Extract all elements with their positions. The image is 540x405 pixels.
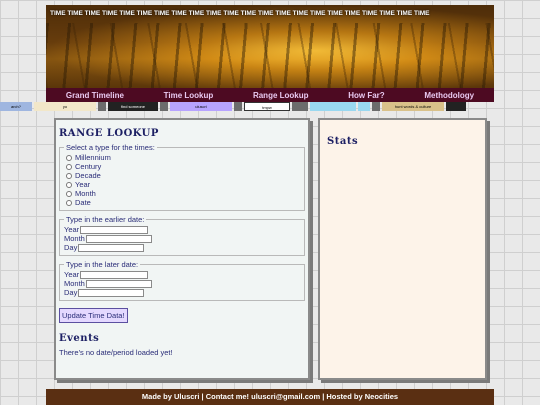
- radio-icon[interactable]: [66, 181, 72, 188]
- nav-range-lookup[interactable]: Range Lookup: [253, 91, 309, 100]
- update-time-data-button[interactable]: Update Time Data!: [59, 308, 128, 323]
- site-button[interactable]: hunt words & culture: [382, 102, 444, 111]
- site-button[interactable]: [234, 102, 242, 111]
- radio-decade[interactable]: Decade: [64, 171, 300, 180]
- site-button[interactable]: [310, 102, 356, 111]
- type-fieldset: Select a type for the times: Millennium …: [59, 143, 305, 211]
- earlier-month-label: Month: [64, 234, 85, 243]
- radio-label: Century: [75, 162, 102, 171]
- site-button[interactable]: find someone: [108, 102, 158, 111]
- earlier-year-input[interactable]: [80, 225, 149, 234]
- site-button[interactable]: [160, 102, 168, 111]
- nav-methodology[interactable]: Methodology: [424, 91, 474, 100]
- time-ticker: TIME TIME TIME TIME TIME TIME TIME TIME …: [50, 10, 430, 17]
- radio-label: Decade: [75, 171, 101, 180]
- site-button[interactable]: tmpw: [244, 102, 290, 111]
- radio-label: Year: [75, 180, 91, 189]
- radio-date[interactable]: Date: [64, 198, 300, 207]
- stats-panel: Stats: [318, 118, 487, 380]
- banner-image: [46, 23, 494, 88]
- earlier-date-fieldset: Type in the earlier date: Year Month Day: [59, 215, 305, 256]
- later-date-fieldset: Type in the later date: Year Month Day: [59, 260, 305, 301]
- range-lookup-title: Range Lookup: [59, 128, 159, 139]
- earlier-day-input[interactable]: [78, 243, 145, 252]
- radio-icon[interactable]: [66, 163, 72, 170]
- radio-label: Millennium: [75, 153, 111, 162]
- events-title: Events: [59, 333, 100, 344]
- radio-icon[interactable]: [66, 172, 72, 179]
- radio-icon[interactable]: [66, 199, 72, 206]
- site-button[interactable]: [372, 102, 380, 111]
- earlier-month-input[interactable]: [85, 234, 152, 243]
- range-lookup-panel: Range Lookup Select a type for the times…: [54, 118, 310, 380]
- type-legend: Select a type for the times:: [66, 143, 155, 152]
- later-year-input[interactable]: [80, 270, 149, 279]
- radio-icon[interactable]: [66, 154, 72, 161]
- later-month-input[interactable]: [85, 279, 152, 288]
- events-empty-text: There's no date/period loaded yet!: [59, 348, 173, 357]
- radio-year[interactable]: Year: [64, 180, 300, 189]
- nav-time-lookup[interactable]: Time Lookup: [164, 91, 214, 100]
- site-button[interactable]: yo: [34, 102, 96, 111]
- radio-icon[interactable]: [66, 190, 72, 197]
- site-button[interactable]: uluscri: [170, 102, 232, 111]
- site-button[interactable]: [358, 102, 370, 111]
- later-month-label: Month: [64, 279, 85, 288]
- later-day-label: Day: [64, 288, 78, 297]
- earlier-year-label: Year: [64, 225, 80, 234]
- footer: Made by Uluscri | Contact me! uluscri@gm…: [46, 389, 494, 405]
- radio-millennium[interactable]: Millennium: [64, 153, 300, 162]
- radio-label: Date: [75, 198, 91, 207]
- earlier-day-label: Day: [64, 243, 78, 252]
- main-nav: Grand Timeline Time Lookup Range Lookup …: [46, 88, 494, 102]
- later-date-legend: Type in the later date:: [66, 260, 139, 269]
- radio-label: Month: [75, 189, 96, 198]
- nav-grand-timeline[interactable]: Grand Timeline: [66, 91, 124, 100]
- site-button[interactable]: [292, 102, 308, 111]
- button-strip: arch? yo find someone uluscri tmpw hunt …: [0, 102, 540, 111]
- earlier-date-legend: Type in the earlier date:: [66, 215, 145, 224]
- site-button[interactable]: [98, 102, 106, 111]
- radio-month[interactable]: Month: [64, 189, 300, 198]
- site-button[interactable]: arch?: [0, 102, 32, 111]
- later-day-input[interactable]: [78, 288, 145, 297]
- later-year-label: Year: [64, 270, 80, 279]
- nav-how-far[interactable]: How Far?: [348, 91, 384, 100]
- site-button[interactable]: [446, 102, 466, 111]
- stats-title: Stats: [327, 136, 359, 147]
- radio-century[interactable]: Century: [64, 162, 300, 171]
- header-banner: TIME TIME TIME TIME TIME TIME TIME TIME …: [46, 5, 494, 88]
